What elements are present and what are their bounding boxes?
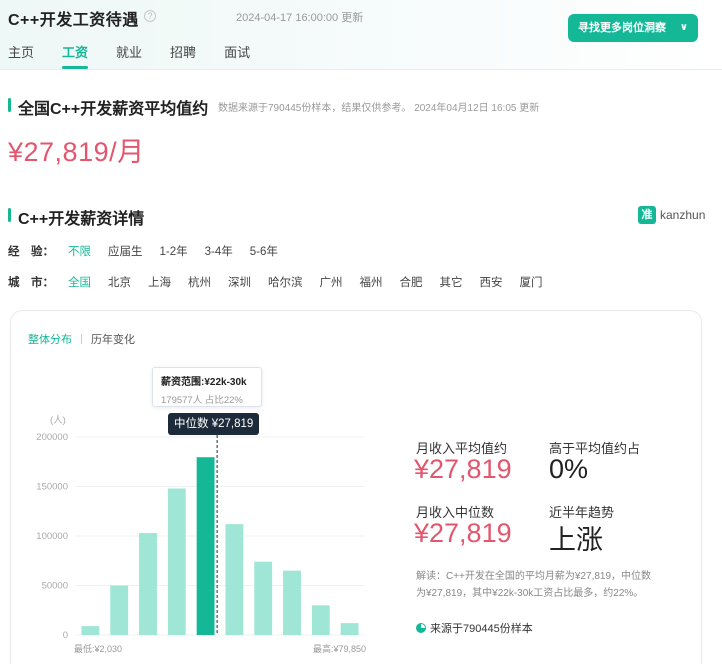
brand-name: kanzhun (660, 208, 706, 222)
header: C++开发工资待遇 ? 2024-04-17 16:00:00 更新 寻找更多岗… (0, 0, 722, 70)
average-title: 全国C++开发薪资平均值约 (18, 101, 209, 118)
insight-button[interactable]: 寻找更多岗位洞察 ∨ (568, 14, 698, 42)
help-icon[interactable]: ? (144, 10, 156, 22)
sample-source: 来源于790445份样本 (416, 620, 533, 636)
pie-chart-icon (416, 623, 426, 633)
bar (167, 488, 186, 635)
bar (340, 623, 359, 635)
bar (283, 570, 301, 635)
filter-option[interactable]: 上海 (148, 274, 171, 290)
page-title: C++开发工资待遇 (8, 12, 139, 29)
trend-value: 上涨 (549, 525, 603, 555)
nav-tabs: 主页 工资 就业 招聘 面试 (8, 42, 278, 70)
bar (139, 533, 157, 635)
tab-employment[interactable]: 就业 (116, 42, 142, 70)
y-tick-label: 100000 (36, 531, 68, 542)
section-marker (8, 208, 11, 222)
experience-filter: 经 验： 不限 应届生 1-2年 3-4年 5-6年 (8, 243, 295, 259)
filter-option[interactable]: 全国 (68, 274, 91, 290)
filter-option[interactable]: 广州 (320, 274, 343, 290)
bar (81, 626, 100, 635)
filter-option[interactable]: 其它 (440, 274, 463, 290)
tab-distribution[interactable]: 整体分布 (28, 331, 72, 347)
filter-option[interactable]: 北京 (108, 274, 131, 290)
tab-interview[interactable]: 面试 (224, 42, 250, 70)
filter-option[interactable]: 杭州 (188, 274, 211, 290)
filter-label: 经 验： (8, 246, 54, 258)
above-avg-value: 0% (549, 454, 589, 484)
tab-salary[interactable]: 工资 (62, 42, 89, 70)
filter-option[interactable]: 1-2年 (160, 243, 188, 259)
median-tag: 中位数 ¥27,819 (168, 413, 260, 435)
section-marker (8, 98, 11, 112)
y-tick-label: 200000 (36, 432, 68, 443)
insight-button-label: 寻找更多岗位洞察 (578, 22, 666, 34)
bar (311, 605, 330, 635)
filter-option[interactable]: 合肥 (400, 274, 423, 290)
avg-value: ¥27,819 (414, 454, 512, 484)
bar (254, 561, 273, 635)
filter-option[interactable]: 不限 (68, 243, 91, 259)
chart-tooltip: 薪资范围:¥22k-30k 179577人 占比22% (152, 367, 262, 407)
filter-option[interactable]: 3-4年 (205, 243, 233, 259)
tab-recruit[interactable]: 招聘 (170, 42, 196, 70)
sample-source-text: 来源于790445份样本 (430, 623, 533, 635)
salary-distribution-chart: (人) 200000 150000 100000 50000 0 最低:¥2,030 最高:¥… (36, 415, 366, 654)
bar (110, 585, 129, 635)
tooltip-count: 179577人 占比22% (161, 395, 243, 406)
filter-option[interactable]: 5-6年 (250, 243, 278, 259)
y-tick-label: 0 (63, 630, 68, 641)
y-tick-label: 150000 (36, 482, 68, 493)
update-time: 2024-04-17 16:00:00 更新 (236, 12, 364, 24)
y-tick-label: 50000 (42, 581, 68, 592)
tooltip-range: 薪资范围:¥22k-30k (161, 377, 247, 388)
analysis-text: 解读：C++开发在全国的平均月薪为¥27,819，中位数为¥27,819，其中¥… (416, 571, 652, 599)
y-unit-label: (人) (50, 415, 66, 426)
average-salary: ¥27,819/月 (8, 137, 145, 167)
details-title: C++开发薪资详情 (18, 211, 145, 228)
filter-option[interactable]: 厦门 (520, 274, 543, 290)
filter-option[interactable]: 深圳 (228, 274, 251, 290)
filter-label: 城 市： (8, 277, 54, 289)
filter-option[interactable]: 哈尔滨 (268, 274, 303, 290)
x-max-label: 最高:¥79,850 (313, 643, 366, 654)
kanzhun-logo-icon: 准 (638, 206, 656, 224)
average-note: 数据来源于790445份样本，结果仅供参考。 2024年04月12日 16:05… (218, 103, 540, 114)
bar-highlight (196, 457, 215, 635)
chart-tabs: 整体分布 历年变化 (28, 331, 135, 347)
filter-option[interactable]: 福州 (360, 274, 383, 290)
filter-option[interactable]: 应届生 (108, 243, 143, 259)
tab-divider (81, 334, 82, 344)
filter-option[interactable]: 西安 (480, 274, 503, 290)
median-value: ¥27,819 (414, 518, 512, 548)
bar (225, 524, 244, 635)
brand-logo: 准 kanzhun (638, 206, 705, 224)
tab-history[interactable]: 历年变化 (91, 331, 135, 347)
x-min-label: 最低:¥2,030 (74, 643, 122, 654)
chevron-down-icon: ∨ (679, 22, 688, 33)
city-filter: 城 市： 全国 北京 上海 杭州 深圳 哈尔滨 广州 福州 合肥 其它 西安 厦… (8, 274, 560, 290)
tab-home[interactable]: 主页 (8, 42, 34, 70)
